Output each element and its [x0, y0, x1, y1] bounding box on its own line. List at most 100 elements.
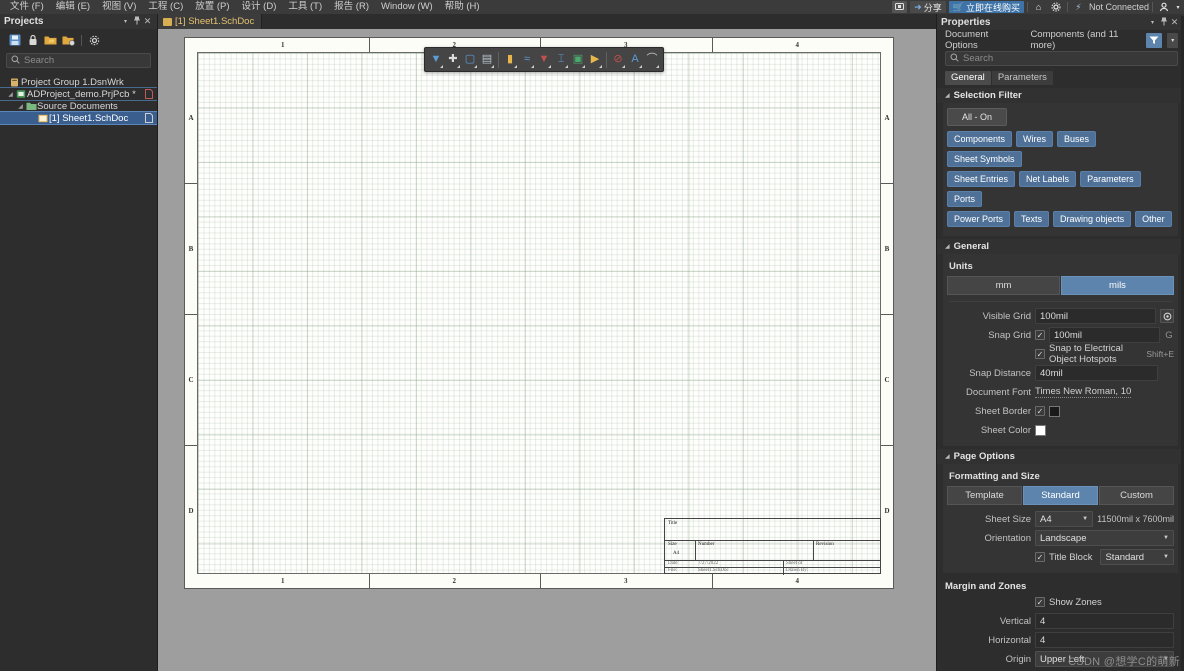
home-icon[interactable]: ⌂: [1031, 1, 1046, 13]
dropdown-corner-icon[interactable]: [531, 65, 534, 68]
horizontal-input[interactable]: [1035, 632, 1174, 648]
place-wire-icon[interactable]: ≈: [519, 50, 535, 69]
gear-icon[interactable]: [1049, 1, 1064, 13]
menu-item-7[interactable]: 报告 (R): [328, 0, 375, 14]
units-option-mils[interactable]: mils: [1061, 276, 1174, 295]
search-input[interactable]: [24, 55, 156, 66]
panel-menu-icon[interactable]: ▾: [120, 18, 131, 25]
save-icon[interactable]: [8, 34, 21, 47]
select-area-icon[interactable]: ▢: [462, 50, 478, 69]
format-option-standard[interactable]: Standard: [1023, 486, 1098, 505]
sheet-border-checkbox[interactable]: ✓: [1035, 406, 1045, 416]
menu-item-8[interactable]: Window (W): [375, 0, 439, 14]
tree-item-0[interactable]: Project Group 1.DsnWrk: [0, 76, 157, 88]
expand-caret-icon[interactable]: ◢: [6, 91, 15, 98]
close-icon[interactable]: ✕: [1169, 17, 1180, 28]
visible-grid-input[interactable]: [1035, 308, 1156, 324]
dropdown-corner-icon[interactable]: [656, 65, 659, 68]
dropdown-corner-icon[interactable]: [599, 65, 602, 68]
section-header-general[interactable]: ◢ General: [937, 239, 1184, 254]
title-block-checkbox[interactable]: ✓: [1035, 552, 1045, 562]
tree-item-3[interactable]: [1] Sheet1.SchDoc: [0, 111, 157, 125]
add-folder-icon[interactable]: [62, 34, 75, 47]
dropdown-corner-icon[interactable]: [457, 65, 460, 68]
dropdown-corner-icon[interactable]: [440, 65, 443, 68]
menu-item-1[interactable]: 编辑 (E): [50, 0, 96, 14]
units-option-mm[interactable]: mm: [947, 276, 1060, 295]
filter-chip-buses[interactable]: Buses: [1057, 131, 1097, 147]
share-button[interactable]: ➜ 分享: [910, 1, 946, 13]
message-icon[interactable]: [892, 1, 908, 13]
expand-caret-icon[interactable]: ◢: [16, 103, 25, 110]
all-on-button[interactable]: All - On: [947, 108, 1008, 126]
place-net-label-icon[interactable]: ⌶: [553, 50, 569, 69]
doc-red-icon[interactable]: [145, 88, 153, 100]
snap-hotspots-checkbox[interactable]: ✓: [1035, 349, 1045, 359]
align-icon[interactable]: ▤: [479, 50, 495, 69]
sheet-grid-area[interactable]: [197, 52, 881, 574]
lock-icon[interactable]: [26, 34, 39, 47]
snap-grid-input[interactable]: [1049, 327, 1160, 343]
menu-item-0[interactable]: 文件 (F): [4, 0, 50, 14]
title-block-select[interactable]: Standard ▼: [1100, 549, 1174, 565]
tab-general[interactable]: General: [945, 71, 991, 85]
tab-parameters[interactable]: Parameters: [991, 71, 1053, 85]
dropdown-corner-icon[interactable]: [548, 65, 551, 68]
show-zones-checkbox[interactable]: ✓: [1035, 597, 1045, 607]
filter-icon[interactable]: ▼: [428, 50, 444, 69]
user-icon[interactable]: [1156, 1, 1171, 13]
pin-icon[interactable]: [1158, 17, 1169, 28]
schematic-canvas[interactable]: ▼ ✚ ▢ ▤ ▮ ≈ ▼ ⌶ ▣ ▶ ⊘ A ⌒ 11223344AABBCCDD: [158, 29, 936, 671]
dropdown-corner-icon[interactable]: [491, 65, 494, 68]
dropdown-corner-icon[interactable]: [582, 65, 585, 68]
grid-settings-icon[interactable]: [1160, 309, 1174, 323]
funnel-icon[interactable]: [1146, 32, 1163, 48]
format-option-template[interactable]: Template: [947, 486, 1022, 505]
place-power-port-icon[interactable]: ▼: [536, 50, 552, 69]
filter-chip-sheet-entries[interactable]: Sheet Entries: [947, 171, 1016, 187]
section-header-page-options[interactable]: ◢ Page Options: [937, 449, 1184, 464]
dropdown-corner-icon[interactable]: [622, 65, 625, 68]
dropdown-corner-icon[interactable]: [514, 65, 517, 68]
orientation-select[interactable]: Landscape ▼: [1035, 530, 1174, 546]
format-option-custom[interactable]: Custom: [1099, 486, 1174, 505]
place-sheet-symbol-icon[interactable]: ▣: [570, 50, 586, 69]
filter-chip-other[interactable]: Other: [1135, 211, 1172, 227]
vertical-input[interactable]: [1035, 613, 1174, 629]
schematic-sheet[interactable]: 11223344AABBCCDD Title Size A4 Number Re…: [184, 37, 894, 589]
no-erc-icon[interactable]: ⊘: [610, 50, 626, 69]
filter-chip-sheet-symbols[interactable]: Sheet Symbols: [947, 151, 1022, 167]
tree-item-1[interactable]: ◢ ADProject_demo.PrjPcb *: [0, 87, 157, 101]
section-header-selection-filter[interactable]: ◢ Selection Filter: [937, 88, 1184, 103]
snap-grid-checkbox[interactable]: ✓: [1035, 330, 1045, 340]
filter-chip-wires[interactable]: Wires: [1016, 131, 1054, 147]
document-font-value[interactable]: Times New Roman, 10: [1035, 386, 1132, 398]
dropdown-corner-icon[interactable]: [474, 65, 477, 68]
properties-search-input[interactable]: [963, 53, 1173, 64]
gear-icon[interactable]: [88, 34, 101, 47]
place-text-icon[interactable]: A: [627, 50, 643, 69]
filter-dropdown-caret[interactable]: ▾: [1167, 32, 1178, 48]
chevron-down-icon[interactable]: ▾: [1174, 1, 1182, 13]
filter-chip-components[interactable]: Components: [947, 131, 1013, 147]
pin-icon[interactable]: [131, 16, 142, 27]
buy-online-button[interactable]: 🛒 立即在线购买: [948, 1, 1024, 13]
menu-item-4[interactable]: 放置 (P): [189, 0, 235, 14]
place-arc-icon[interactable]: ⌒: [644, 50, 660, 69]
menu-item-3[interactable]: 工程 (C): [142, 0, 189, 14]
crosshair-place-icon[interactable]: ✚: [445, 50, 461, 69]
sheet-size-select[interactable]: A4 ▼: [1035, 511, 1094, 527]
menu-item-5[interactable]: 设计 (D): [236, 0, 283, 14]
snap-distance-input[interactable]: [1035, 365, 1158, 381]
doc-icon[interactable]: [145, 112, 153, 124]
menu-item-2[interactable]: 视图 (V): [96, 0, 142, 14]
filter-chip-drawing-objects[interactable]: Drawing objects: [1053, 211, 1132, 227]
place-port-icon[interactable]: ▶: [587, 50, 603, 69]
filter-chip-ports[interactable]: Ports: [947, 191, 983, 207]
document-tab-0[interactable]: [1] Sheet1.SchDoc: [158, 14, 263, 29]
filter-chip-net-labels[interactable]: Net Labels: [1019, 171, 1077, 187]
close-icon[interactable]: ✕: [142, 16, 153, 27]
origin-select[interactable]: Upper Left ▼: [1035, 651, 1174, 667]
dropdown-corner-icon[interactable]: [565, 65, 568, 68]
tree-item-2[interactable]: ◢ Source Documents: [0, 100, 157, 112]
